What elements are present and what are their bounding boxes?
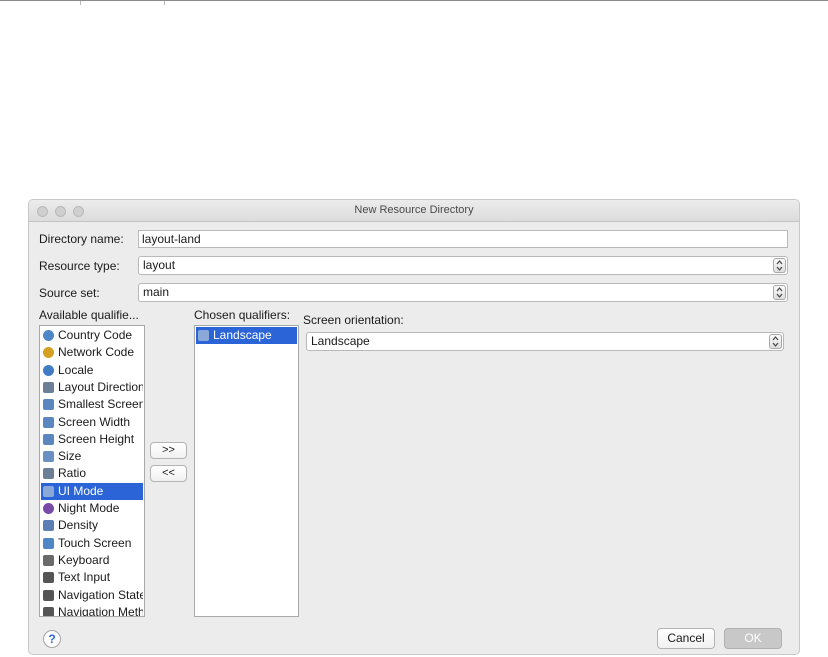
available-qualifiers-list[interactable]: Country Code Network Code Locale Layout Dir… xyxy=(39,325,145,617)
available-qualifier-item[interactable]: Text Input xyxy=(41,569,143,586)
screen-orientation-label: Screen orientation: xyxy=(303,313,404,327)
available-qualifier-item-label: Screen Height xyxy=(58,431,135,446)
touch-screen-icon xyxy=(43,537,54,549)
title-bar[interactable]: New Resource Directory xyxy=(29,200,799,222)
text-input-icon xyxy=(43,572,54,584)
locale-icon xyxy=(43,364,54,376)
source-set-value: main xyxy=(143,285,170,299)
available-qualifier-item-label: UI Mode xyxy=(58,483,104,498)
add-qualifier-button[interactable]: >> xyxy=(150,442,187,459)
ui-mode-icon xyxy=(43,485,54,497)
layout-direction-icon xyxy=(43,381,54,393)
available-qualifier-item-label: Night Mode xyxy=(58,501,120,515)
source-set-select[interactable]: main xyxy=(138,283,788,302)
chosen-qualifiers-list[interactable]: Landscape xyxy=(194,325,299,617)
available-qualifier-item[interactable]: Night Mode xyxy=(41,500,143,517)
available-qualifier-item-label: Navigation State xyxy=(58,587,143,602)
available-qualifier-item-label: Navigation Method xyxy=(58,604,143,617)
chosen-qualifier-item[interactable]: Landscape xyxy=(196,327,297,344)
available-qualifier-item[interactable]: Layout Direction xyxy=(41,379,143,396)
night-mode-icon xyxy=(43,503,54,514)
density-icon xyxy=(43,520,54,532)
updown-arrows-icon xyxy=(769,334,782,349)
window-title: New Resource Directory xyxy=(354,204,474,216)
screen-height-icon xyxy=(43,433,54,445)
top-divider-tick xyxy=(164,1,165,5)
available-qualifier-item[interactable]: Keyboard xyxy=(41,552,143,569)
directory-name-value: layout-land xyxy=(142,232,201,246)
chosen-qualifier-item-label: Landscape xyxy=(213,328,272,342)
ratio-icon xyxy=(43,468,54,480)
smallest-screen-icon xyxy=(43,399,54,411)
help-button[interactable]: ? xyxy=(43,630,61,648)
available-qualifier-item-label: Text Input xyxy=(58,570,111,585)
resource-type-label: Resource type: xyxy=(39,259,120,273)
screen-orientation-value: Landscape xyxy=(311,334,370,348)
available-qualifier-item-label: Keyboard xyxy=(58,552,110,567)
available-qualifier-item[interactable]: Smallest Screen xyxy=(41,396,143,413)
cancel-button[interactable]: Cancel xyxy=(657,628,715,649)
available-qualifier-item[interactable]: Size xyxy=(41,448,143,465)
available-qualifier-item-label: Touch Screen xyxy=(58,535,132,550)
size-icon xyxy=(43,451,54,463)
directory-name-label: Directory name: xyxy=(39,232,124,246)
chosen-qualifiers-label: Chosen qualifiers: xyxy=(194,308,291,322)
directory-name-input[interactable]: layout-land xyxy=(138,230,788,248)
navigation-state-icon xyxy=(43,589,54,601)
available-qualifier-item[interactable]: Density xyxy=(41,517,143,534)
updown-arrows-icon xyxy=(773,285,786,300)
top-divider-tick xyxy=(80,1,81,5)
available-qualifier-item[interactable]: Locale xyxy=(41,362,143,379)
available-qualifier-item-label: Locale xyxy=(58,362,94,377)
network-icon xyxy=(43,347,54,359)
top-divider xyxy=(0,0,828,1)
keyboard-icon xyxy=(43,554,54,566)
resource-type-select[interactable]: layout xyxy=(138,256,788,275)
available-qualifier-item[interactable]: Country Code xyxy=(41,327,143,344)
available-qualifier-item-label: Country Code xyxy=(58,328,133,342)
resource-type-value: layout xyxy=(143,258,176,272)
screen-orientation-select[interactable]: Landscape xyxy=(306,332,784,351)
new-resource-directory-dialog: New Resource Directory Directory name: l… xyxy=(28,199,800,655)
available-qualifier-item-label: Size xyxy=(58,449,82,464)
remove-qualifier-button[interactable]: << xyxy=(150,465,187,482)
available-qualifier-item-label: Screen Width xyxy=(58,414,131,429)
available-qualifier-item[interactable]: Ratio xyxy=(41,465,143,482)
available-qualifier-item-label: Ratio xyxy=(58,466,87,481)
landscape-icon xyxy=(198,330,209,341)
source-set-label: Source set: xyxy=(39,286,100,300)
navigation-method-icon xyxy=(43,606,54,616)
available-qualifier-item-label: Network Code xyxy=(58,345,135,360)
available-qualifier-item-label: Smallest Screen xyxy=(58,397,143,412)
available-qualifier-item[interactable]: Screen Width xyxy=(41,414,143,431)
available-qualifier-item-label: Density xyxy=(58,518,99,533)
updown-arrows-icon xyxy=(773,258,786,273)
available-qualifier-item-label: Layout Direction xyxy=(58,379,143,394)
available-qualifier-item[interactable]: Navigation State xyxy=(41,587,143,604)
globe-icon xyxy=(43,330,54,341)
available-qualifier-item[interactable]: Network Code xyxy=(41,344,143,361)
available-qualifier-item[interactable]: Screen Height xyxy=(41,431,143,448)
available-qualifier-item[interactable]: Touch Screen xyxy=(41,535,143,552)
screen-width-icon xyxy=(43,416,54,428)
available-qualifiers-label: Available qualifie... xyxy=(39,308,139,322)
available-qualifier-item[interactable]: Navigation Method xyxy=(41,604,143,617)
ok-button[interactable]: OK xyxy=(724,628,782,649)
available-qualifier-item[interactable]: UI Mode xyxy=(41,482,143,500)
